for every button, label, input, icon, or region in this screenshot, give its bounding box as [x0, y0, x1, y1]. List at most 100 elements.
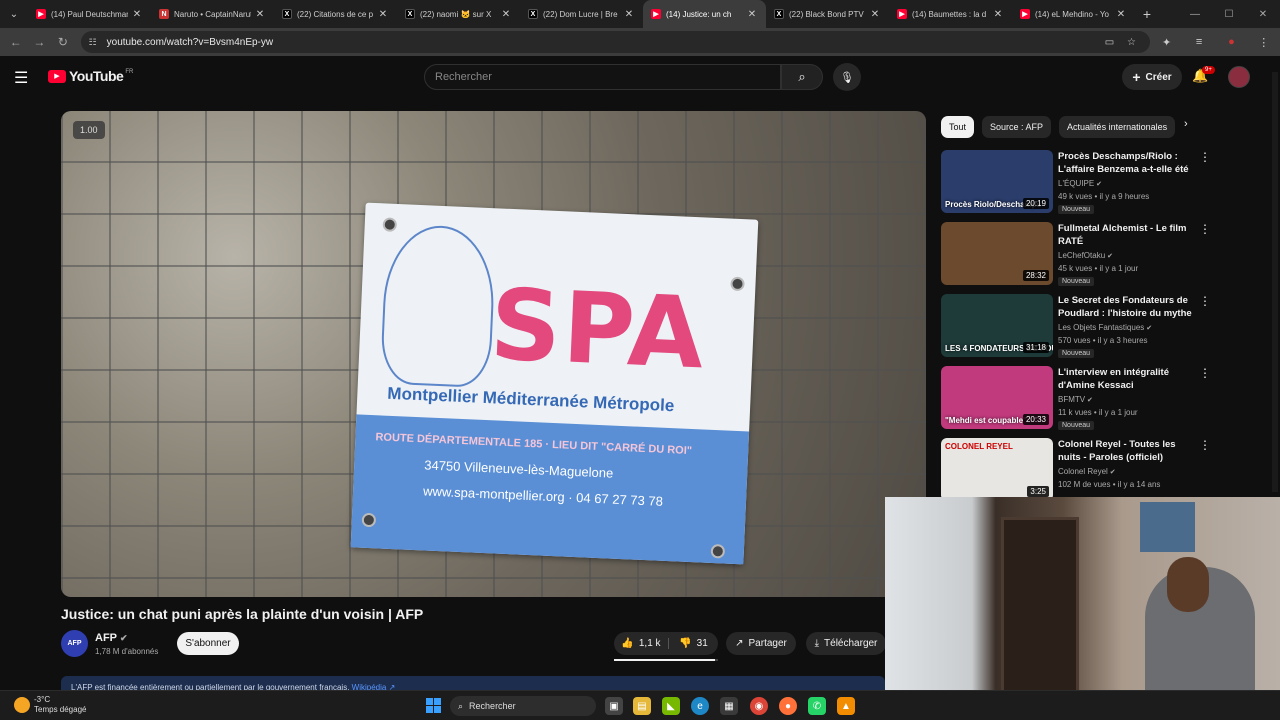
- taskbar-search-input[interactable]: ⌕ Rechercher: [450, 696, 596, 716]
- recommendation-item[interactable]: COLONEL REYEL 3:25 Colonel Reyel - Toutes …: [941, 438, 1213, 502]
- tab-close-icon[interactable]: ✕: [500, 9, 512, 20]
- firefox-icon[interactable]: ●: [779, 697, 797, 715]
- browser-tab[interactable]: X (22) Citations de ce p ✕: [274, 0, 397, 28]
- browser-tab[interactable]: ▶ (14) Paul Deutschmann ✕: [28, 0, 151, 28]
- account-avatar[interactable]: [1228, 66, 1250, 88]
- task-view-icon[interactable]: ▣: [605, 697, 623, 715]
- subscribe-button[interactable]: S'abonner: [177, 632, 239, 655]
- browser-menu-icon[interactable]: ⋮: [1248, 36, 1280, 49]
- reload-icon[interactable]: ↻: [51, 35, 75, 49]
- recommendation-channel[interactable]: BFMTV: [1058, 395, 1085, 404]
- filter-chip[interactable]: Tout: [941, 116, 975, 138]
- store-icon[interactable]: ▦: [720, 697, 738, 715]
- recommendation-channel[interactable]: L'ÉQUIPE: [1058, 179, 1094, 188]
- filter-chip[interactable]: Source : AFP: [982, 116, 1052, 138]
- guide-menu-icon[interactable]: ☰: [14, 68, 34, 88]
- channel-avatar[interactable]: AFP: [61, 630, 88, 657]
- tab-close-icon[interactable]: ✕: [131, 9, 143, 20]
- more-actions-icon[interactable]: ⋮: [1199, 222, 1211, 236]
- whatsapp-icon[interactable]: ✆: [808, 697, 826, 715]
- close-window-icon[interactable]: ✕: [1246, 9, 1280, 20]
- chrome-icon[interactable]: ◉: [750, 697, 768, 715]
- url-text[interactable]: youtube.com/watch?v=Bvsm4nEp-yw: [107, 37, 1099, 48]
- recommendation-channel-row[interactable]: LeChefOtaku ✔: [1058, 251, 1113, 260]
- share-button[interactable]: ↗ Partager: [726, 632, 796, 655]
- video-thumbnail[interactable]: COLONEL REYEL 3:25: [941, 438, 1053, 501]
- media-controls-icon[interactable]: ≡: [1183, 36, 1215, 48]
- tab-close-icon[interactable]: ✕: [254, 9, 266, 20]
- recommendation-channel[interactable]: Colonel Reyel: [1058, 467, 1108, 476]
- tab-close-icon[interactable]: ✕: [746, 9, 758, 20]
- browser-tab[interactable]: ▶ (14) Justice: un ch ✕: [643, 0, 766, 28]
- chevron-right-icon[interactable]: ›: [1184, 118, 1188, 130]
- like-button[interactable]: 👍 1,1 k: [614, 638, 669, 649]
- create-button[interactable]: + Créer: [1122, 64, 1182, 90]
- video-thumbnail[interactable]: LES 4 FONDATEURS DE POUDLARD31:18: [941, 294, 1053, 357]
- recommendation-item[interactable]: "Mehdi est coupable" 20:33 L'interview en …: [941, 366, 1213, 430]
- recommendation-title[interactable]: Le Secret des Fondateurs de Poudlard : l…: [1058, 294, 1198, 320]
- recommendation-title[interactable]: Fullmetal Alchemist - Le film RATÉ: [1058, 222, 1198, 248]
- recommendation-channel[interactable]: Les Objets Fantastiques: [1058, 323, 1144, 332]
- recommendation-item[interactable]: 28:32 Fullmetal Alchemist - Le film RATÉ L…: [941, 222, 1213, 286]
- microphone-icon[interactable]: 🎙: [833, 63, 861, 91]
- recommendation-channel-row[interactable]: Colonel Reyel ✔: [1058, 467, 1116, 476]
- browser-tab[interactable]: N Naruto • CaptainNaruto ✕: [151, 0, 274, 28]
- recommendation-channel-row[interactable]: BFMTV ✔: [1058, 395, 1093, 404]
- weather-widget[interactable]: -3°C Temps dégagé: [14, 695, 86, 715]
- search-input[interactable]: Rechercher: [424, 64, 781, 90]
- site-info-icon[interactable]: ☷: [89, 37, 101, 48]
- tab-search-menu-icon[interactable]: ⌄: [0, 0, 28, 28]
- tab-title: (22) Dom Lucre | Bre: [543, 9, 618, 19]
- omnibox[interactable]: ☷ youtube.com/watch?v=Bvsm4nEp-yw ▭ ☆: [80, 31, 1151, 53]
- youtube-logo[interactable]: ▶ YouTube FR: [48, 68, 133, 84]
- tab-close-icon[interactable]: ✕: [992, 9, 1004, 20]
- new-tab-button[interactable]: +: [1135, 6, 1159, 22]
- nvidia-icon[interactable]: ◣: [662, 697, 680, 715]
- search-icon[interactable]: ⌕: [781, 64, 823, 90]
- video-thumbnail[interactable]: Procès Riolo/Deschamps 20:19: [941, 150, 1053, 213]
- channel-name-row[interactable]: AFP ✔: [95, 632, 128, 644]
- maximize-icon[interactable]: ☐: [1212, 9, 1246, 20]
- channel-name[interactable]: AFP: [95, 632, 117, 644]
- recommendation-channel-row[interactable]: L'ÉQUIPE ✔: [1058, 179, 1102, 188]
- extensions-icon[interactable]: ✦: [1150, 36, 1182, 49]
- page-scrollbar[interactable]: [1272, 72, 1278, 492]
- browser-tab[interactable]: ▶ (14) Baumettes : la d ✕: [889, 0, 1012, 28]
- recommendation-channel[interactable]: LeChefOtaku: [1058, 251, 1105, 260]
- tab-close-icon[interactable]: ✕: [869, 9, 881, 20]
- download-button[interactable]: ⤓ Télécharger: [806, 632, 886, 655]
- tab-close-icon[interactable]: ✕: [377, 9, 389, 20]
- forward-icon[interactable]: →: [28, 35, 52, 49]
- profile-icon[interactable]: ●: [1215, 36, 1247, 48]
- browser-tab[interactable]: X (22) Black Bond PTV ✕: [766, 0, 889, 28]
- recommendation-item[interactable]: LES 4 FONDATEURS DE POUDLARD31:18Le Secr…: [941, 294, 1213, 358]
- video-thumbnail[interactable]: 28:32: [941, 222, 1053, 285]
- more-actions-icon[interactable]: ⋮: [1199, 150, 1211, 164]
- video-player[interactable]: 1.00 SPA Montpellier Méditerranée Métrop…: [61, 111, 926, 597]
- recommendation-title[interactable]: Procès Deschamps/Riolo : L'affaire Benze…: [1058, 150, 1198, 176]
- recommendation-item[interactable]: Procès Riolo/Deschamps 20:19 Procès Descha…: [941, 150, 1213, 214]
- cast-icon[interactable]: ▭: [1098, 37, 1120, 48]
- browser-tab[interactable]: X (22) naomi 🐱 sur X ✕: [397, 0, 520, 28]
- browser-tab[interactable]: ▶ (14) eL Mehdino - Yo ✕: [1012, 0, 1135, 28]
- back-icon[interactable]: ←: [4, 35, 28, 49]
- more-actions-icon[interactable]: ⋮: [1199, 294, 1211, 308]
- tab-close-icon[interactable]: ✕: [623, 9, 635, 20]
- windows-start-icon[interactable]: [426, 698, 441, 713]
- recommendation-title[interactable]: L'interview en intégralité d'Amine Kessa…: [1058, 366, 1198, 392]
- edge-icon[interactable]: e: [691, 697, 709, 715]
- vlc-icon[interactable]: ▲: [837, 697, 855, 715]
- file-explorer-icon[interactable]: ▤: [633, 697, 651, 715]
- weather-condition: Temps dégagé: [34, 705, 87, 714]
- minimize-icon[interactable]: —: [1178, 9, 1212, 20]
- recommendation-title[interactable]: Colonel Reyel - Toutes les nuits - Parol…: [1058, 438, 1198, 464]
- bookmark-star-icon[interactable]: ☆: [1120, 37, 1142, 48]
- recommendation-channel-row[interactable]: Les Objets Fantastiques ✔: [1058, 323, 1152, 332]
- tab-close-icon[interactable]: ✕: [1115, 9, 1127, 20]
- more-actions-icon[interactable]: ⋮: [1199, 438, 1211, 452]
- dislike-button[interactable]: 👎 31: [669, 638, 718, 649]
- video-thumbnail[interactable]: "Mehdi est coupable" 20:33: [941, 366, 1053, 429]
- browser-tab[interactable]: X (22) Dom Lucre | Bre ✕: [520, 0, 643, 28]
- filter-chip[interactable]: Actualités internationales: [1059, 116, 1176, 138]
- more-actions-icon[interactable]: ⋮: [1199, 366, 1211, 380]
